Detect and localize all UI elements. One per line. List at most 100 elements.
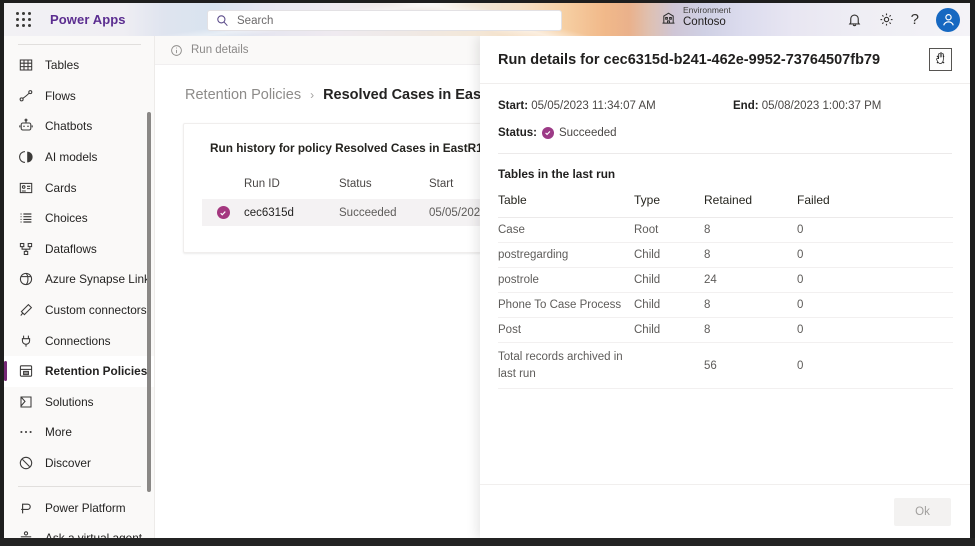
brand-title[interactable]: Power Apps xyxy=(50,12,126,27)
window-border-bottom xyxy=(0,538,975,546)
command-bar-run-details[interactable]: Run details xyxy=(191,44,249,56)
sidebar-item-ask-a-virtual-agent[interactable]: Ask a virtual agent xyxy=(4,523,155,538)
sidebar-divider-top xyxy=(18,44,141,45)
virtual-agent-icon xyxy=(20,531,32,538)
cell-failed: 0 xyxy=(797,359,804,372)
help-icon[interactable]: ? xyxy=(911,12,919,27)
table-icon xyxy=(19,59,33,71)
header-icon-group: ? xyxy=(847,3,960,36)
discover-icon xyxy=(19,456,33,470)
app-header: Power Apps Search Environment Contoso ? xyxy=(4,3,970,36)
sidebar-item-discover[interactable]: Discover xyxy=(4,448,155,479)
sidebar-item-label: Solutions xyxy=(45,394,94,409)
cell-type: Root xyxy=(634,224,659,236)
environment-label: Environment xyxy=(683,5,731,15)
cell-failed: 0 xyxy=(797,249,804,261)
sidebar-item-tables[interactable]: Tables xyxy=(4,50,155,81)
sidebar-item-label: Flows xyxy=(45,88,76,103)
sidebar-item-power-platform[interactable]: Power Platform xyxy=(4,492,155,523)
cell-table: Post xyxy=(498,324,522,336)
row-status-indicator xyxy=(202,206,244,219)
cell-table: postregarding xyxy=(498,249,569,261)
sidebar-right-border xyxy=(154,36,155,538)
cell-retained: 8 xyxy=(704,224,711,236)
search-input[interactable]: Search xyxy=(207,10,562,31)
end-value: 05/08/2023 1:00:37 PM xyxy=(761,100,882,112)
sidebar-item-dataflows[interactable]: Dataflows xyxy=(4,234,155,265)
sidebar-item-label: Dataflows xyxy=(45,241,97,256)
connector-icon xyxy=(20,303,33,316)
search-placeholder: Search xyxy=(237,14,274,27)
cell-retained: 8 xyxy=(704,299,711,311)
start-time-block: Start: 05/05/2023 11:34:07 AM xyxy=(498,100,733,112)
ok-button[interactable]: Ok xyxy=(894,497,951,526)
close-button[interactable] xyxy=(929,48,952,71)
cell-retained: 8 xyxy=(704,249,711,261)
gear-icon[interactable] xyxy=(879,12,894,27)
sidebar-item-label: Connections xyxy=(45,333,111,348)
column-header-retained: Retained xyxy=(704,193,753,207)
sidebar-item-azure-synapse-link[interactable]: Azure Synapse Link xyxy=(4,264,155,295)
ellipsis-icon xyxy=(20,431,32,434)
status-label: Status: xyxy=(498,127,537,139)
sidebar: Tables Flows Chatbots AI models Cards Ch… xyxy=(4,36,155,538)
table-row: Phone To Case Process Child 8 0 xyxy=(498,293,953,318)
cards-icon xyxy=(19,182,33,193)
end-label: End: xyxy=(733,100,759,112)
sidebar-item-choices[interactable]: Choices xyxy=(4,203,155,234)
window-border-left xyxy=(0,0,4,546)
sidebar-item-retention-policies[interactable]: Retention Policies xyxy=(4,355,155,387)
solutions-icon xyxy=(20,396,32,408)
window-border-top xyxy=(0,0,975,3)
sidebar-item-label: Ask a virtual agent xyxy=(45,531,142,538)
avatar[interactable] xyxy=(936,7,960,32)
cell-run-id: cec6315d xyxy=(244,206,294,219)
cell-type: Child xyxy=(634,274,661,286)
cell-failed: 0 xyxy=(797,224,804,236)
sidebar-item-label: Cards xyxy=(45,180,77,195)
building-icon xyxy=(662,12,675,24)
retention-icon xyxy=(19,365,33,377)
sidebar-item-cards[interactable]: Cards xyxy=(4,172,155,203)
status-badge: Status: Succeeded xyxy=(498,127,952,139)
cell-table: Phone To Case Process xyxy=(498,299,622,311)
sidebar-item-chatbots[interactable]: Chatbots xyxy=(4,111,155,142)
ai-model-icon xyxy=(19,151,33,164)
cell-status: Succeeded xyxy=(339,206,397,219)
breadcrumb-current: Resolved Cases in EastR1 xyxy=(323,87,505,103)
power-platform-icon xyxy=(21,503,31,514)
status-value: Succeeded xyxy=(558,127,617,139)
environment-selector[interactable]: Environment Contoso xyxy=(661,5,731,29)
sidebar-scrollbar[interactable] xyxy=(147,112,151,492)
run-times-row: Start: 05/05/2023 11:34:07 AM End: 05/08… xyxy=(498,100,952,112)
cell-retained: 56 xyxy=(704,359,717,372)
sidebar-item-label: AI models xyxy=(45,150,98,165)
sidebar-item-more[interactable]: More xyxy=(4,417,155,448)
grid-waffle-icon[interactable] xyxy=(16,12,32,28)
app-window: Power Apps Search Environment Contoso ? … xyxy=(0,0,975,546)
column-header-failed: Failed xyxy=(797,193,830,207)
section-title-tables: Tables in the last run xyxy=(498,167,616,181)
sidebar-item-label: Tables xyxy=(45,58,80,73)
start-label: Start: xyxy=(498,100,529,112)
table-row: Post Child 8 0 xyxy=(498,318,953,343)
connections-icon xyxy=(21,335,31,347)
sidebar-item-solutions[interactable]: Solutions xyxy=(4,387,155,418)
sidebar-item-ai-models[interactable]: AI models xyxy=(4,142,155,173)
cell-type: Child xyxy=(634,299,661,311)
flow-icon xyxy=(19,89,33,102)
sidebar-item-flows[interactable]: Flows xyxy=(4,81,155,112)
cell-type: Child xyxy=(634,249,661,261)
bell-icon[interactable] xyxy=(847,12,862,27)
cell-table: Case xyxy=(498,224,525,236)
window-border-right xyxy=(970,0,975,546)
select-column-header xyxy=(202,178,244,190)
column-header-status: Status xyxy=(339,178,372,190)
tables-in-last-run-table: Table Type Retained Failed Case Root 8 0… xyxy=(498,193,953,390)
breadcrumb-parent[interactable]: Retention Policies xyxy=(185,87,301,103)
sidebar-item-label: Azure Synapse Link xyxy=(45,272,150,287)
sidebar-item-connections[interactable]: Connections xyxy=(4,325,155,356)
cell-failed: 0 xyxy=(797,324,804,336)
sidebar-item-custom-connectors[interactable]: Custom connectors xyxy=(4,295,155,326)
cell-type: Child xyxy=(634,324,661,336)
